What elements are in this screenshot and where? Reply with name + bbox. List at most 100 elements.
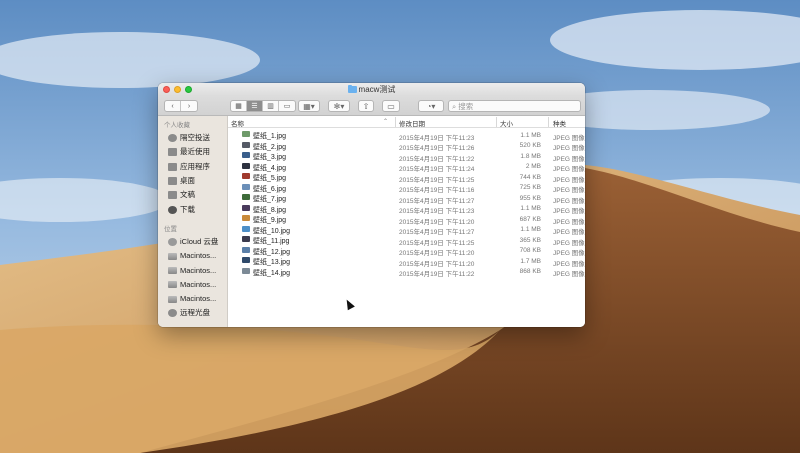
- sidebar-item-recents[interactable]: 最近使用: [158, 145, 227, 159]
- image-thumbnail-icon: [242, 257, 250, 263]
- table-row[interactable]: 壁纸_5.jpg 2015年4月19日 下午11:25 744 KB JPEG 图像: [228, 172, 585, 184]
- grid-icon: ▦▾: [303, 102, 315, 111]
- group-button[interactable]: ▦▾: [298, 100, 320, 112]
- file-rows: 壁纸_1.jpg 2015年4月19日 下午11:23 1.1 MB JPEG 图像壁…: [228, 130, 585, 278]
- table-row[interactable]: 壁纸_10.jpg 2015年4月19日 下午11:27 1.1 MB JPEG 图像: [228, 225, 585, 236]
- file-size: 1.7 MB: [520, 257, 541, 265]
- column-name[interactable]: 名称: [231, 118, 244, 128]
- file-name: 壁纸_8.jpg: [253, 206, 287, 214]
- image-thumbnail-icon: [242, 141, 250, 148]
- file-name: 壁纸_3.jpg: [253, 154, 287, 161]
- share-button[interactable]: ⇧: [358, 100, 374, 112]
- sidebar-section-locations: 位置: [164, 225, 177, 233]
- column-kind[interactable]: 种类: [553, 118, 566, 128]
- column-date[interactable]: 修改日期: [399, 118, 425, 128]
- tag-icon: ▭: [387, 102, 395, 111]
- finder-window: macw测试 ‹ › ▦ ☰ ▥ ▭ ▦▾ ✻▾ ⇧ ▭ ◔▾ ⌕ 搜索 个人收…: [158, 83, 585, 327]
- tags-button[interactable]: ▭: [382, 100, 400, 112]
- image-thumbnail-icon: [242, 246, 250, 253]
- search-icon: ⌕: [452, 102, 457, 111]
- file-name: 壁纸_10.jpg: [253, 227, 290, 235]
- sidebar-section-favorites: 个人收藏: [164, 122, 190, 129]
- file-name: 壁纸_2.jpg: [253, 143, 287, 151]
- image-thumbnail-icon: [242, 131, 250, 137]
- sidebar: 个人收藏 隔空投送 最近使用 应用程序 桌面 文稿 下载 位置 iCloud 云…: [158, 116, 228, 327]
- file-size: 1.1 MB: [520, 205, 541, 212]
- file-size: 2 MB: [525, 163, 541, 170]
- file-size: 520 KB: [519, 142, 541, 149]
- cloud-icon: ◔▾: [426, 102, 436, 111]
- toolbar: ‹ › ▦ ☰ ▥ ▭ ▦▾ ✻▾ ⇧ ▭ ◔▾ ⌕ 搜索: [158, 96, 585, 116]
- sidebar-item-disk-1[interactable]: Macintos...: [158, 249, 227, 263]
- share-icon: ⇧: [362, 102, 370, 111]
- sidebar-item-disk-4[interactable]: Macintos...: [158, 292, 227, 306]
- file-name: 壁纸_5.jpg: [253, 175, 287, 182]
- applications-icon: [168, 162, 177, 171]
- sidebar-item-disk-2[interactable]: Macintos...: [158, 263, 227, 277]
- document-icon: [168, 191, 177, 200]
- table-row[interactable]: 壁纸_7.jpg 2015年4月19日 下午11:27 955 KB JPEG 图像: [228, 193, 585, 205]
- file-size: 955 KB: [519, 194, 541, 202]
- action-button[interactable]: ✻▾: [328, 100, 350, 112]
- table-row[interactable]: 壁纸_6.jpg 2015年4月19日 下午11:16 725 KB JPEG 图像: [228, 183, 585, 194]
- sidebar-item-disk-3[interactable]: Macintos...: [158, 278, 227, 292]
- file-size: 725 KB: [519, 184, 541, 191]
- airdrop-icon: [168, 134, 177, 143]
- table-row[interactable]: 壁纸_1.jpg 2015年4月19日 下午11:23 1.1 MB JPEG 图像: [228, 130, 585, 142]
- file-name: 壁纸_9.jpg: [253, 217, 287, 224]
- table-row[interactable]: 壁纸_14.jpg 2015年4月19日 下午11:22 868 KB JPEG 图像: [228, 267, 585, 278]
- gallery-view-button[interactable]: ▭: [279, 101, 295, 111]
- back-button[interactable]: ‹: [165, 101, 181, 111]
- file-name: 壁纸_12.jpg: [253, 248, 290, 256]
- forward-button[interactable]: ›: [181, 101, 197, 111]
- table-row[interactable]: 壁纸_13.jpg 2015年4月19日 下午11:20 1.7 MB JPEG 图像: [228, 256, 585, 268]
- list-view-button[interactable]: ☰: [247, 101, 263, 111]
- file-date: 2015年4月19日 下午11:22: [399, 271, 475, 278]
- sidebar-item-applications[interactable]: 应用程序: [158, 160, 227, 174]
- nav-buttons: ‹ ›: [164, 100, 198, 112]
- file-size: 708 KB: [519, 247, 541, 254]
- cloud-button[interactable]: ◔▾: [418, 100, 444, 112]
- file-name: 壁纸_1.jpg: [253, 133, 287, 140]
- sidebar-item-icloud[interactable]: iCloud 云盘: [158, 235, 227, 249]
- sidebar-item-desktop[interactable]: 桌面: [158, 174, 227, 188]
- disk-icon: [168, 281, 177, 289]
- table-row[interactable]: 壁纸_2.jpg 2015年4月19日 下午11:26 520 KB JPEG 图像: [228, 141, 585, 152]
- image-thumbnail-icon: [242, 173, 250, 179]
- file-name: 壁纸_14.jpg: [253, 269, 290, 277]
- clock-icon: [168, 148, 177, 157]
- file-size: 1.8 MB: [520, 152, 541, 160]
- sidebar-item-airdrop[interactable]: 隔空投送: [158, 131, 227, 145]
- file-name: 壁纸_4.jpg: [253, 164, 287, 172]
- disk-icon: [168, 295, 177, 303]
- image-thumbnail-icon: [242, 236, 250, 242]
- table-row[interactable]: 壁纸_4.jpg 2015年4月19日 下午11:24 2 MB JPEG 图像: [228, 162, 585, 173]
- column-view-button[interactable]: ▥: [263, 101, 279, 111]
- disc-icon: [168, 309, 177, 318]
- image-thumbnail-icon: [242, 225, 250, 232]
- file-size: 687 KB: [519, 215, 541, 223]
- file-size: 1.1 MB: [520, 226, 541, 233]
- download-icon: [168, 205, 177, 214]
- sort-chevron-icon: ⌃: [383, 119, 389, 125]
- icon-view-button[interactable]: ▦: [231, 101, 247, 111]
- title-bar[interactable]: macw测试: [158, 83, 585, 96]
- table-row[interactable]: 壁纸_11.jpg 2015年4月19日 下午11:25 365 KB JPEG 图像: [228, 235, 585, 247]
- sidebar-item-documents[interactable]: 文稿: [158, 188, 227, 202]
- window-title: macw测试: [158, 84, 585, 94]
- column-size[interactable]: 大小: [500, 118, 513, 128]
- column-header: 名称 ⌃ 修改日期 大小 种类: [228, 116, 585, 128]
- search-input[interactable]: ⌕ 搜索: [448, 100, 581, 112]
- table-row[interactable]: 壁纸_8.jpg 2015年4月19日 下午11:23 1.1 MB JPEG 图像: [228, 204, 585, 215]
- folder-icon: [347, 84, 357, 93]
- disk-icon: [168, 267, 177, 275]
- file-name: 壁纸_7.jpg: [253, 196, 287, 203]
- disk-icon: [168, 252, 177, 260]
- file-size: 1.1 MB: [520, 131, 541, 139]
- sidebar-item-downloads[interactable]: 下载: [158, 202, 227, 216]
- sidebar-item-remote-disc[interactable]: 远程光盘: [158, 306, 227, 320]
- table-row[interactable]: 壁纸_12.jpg 2015年4月19日 下午11:20 708 KB JPEG 图像: [228, 246, 585, 257]
- table-row[interactable]: 壁纸_3.jpg 2015年4月19日 下午11:22 1.8 MB JPEG 图像: [228, 151, 585, 163]
- table-row[interactable]: 壁纸_9.jpg 2015年4月19日 下午11:20 687 KB JPEG 图像: [228, 214, 585, 226]
- image-thumbnail-icon: [242, 183, 250, 190]
